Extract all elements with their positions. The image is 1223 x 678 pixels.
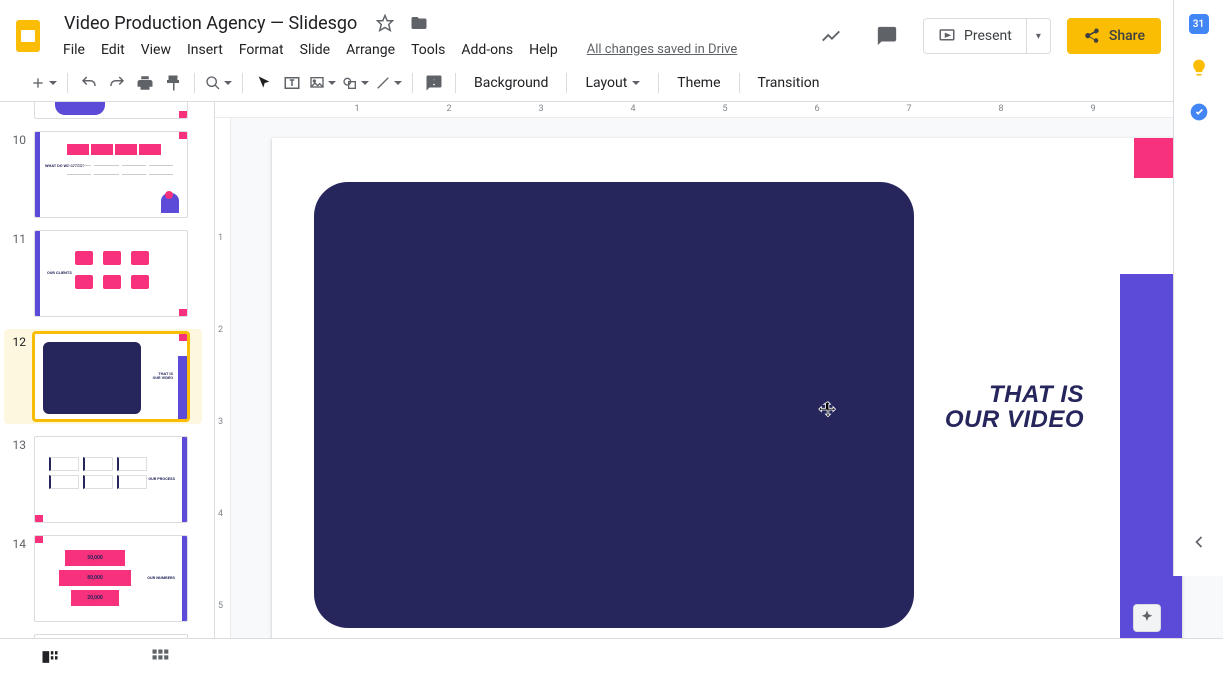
slide-thumb-10[interactable]: WHAT DO WE OFFER? [34, 131, 188, 218]
slide-title[interactable]: THAT IS OUR VIDEO [945, 382, 1084, 432]
redo-button[interactable] [104, 70, 130, 96]
undo-button[interactable] [76, 70, 102, 96]
activity-icon[interactable] [811, 16, 851, 56]
slide-thumb-15[interactable] [34, 634, 188, 638]
theme-button[interactable]: Theme [667, 69, 730, 97]
present-dropdown[interactable]: ▾ [1026, 19, 1050, 53]
image-tool[interactable] [307, 70, 338, 96]
slide-thumb-14[interactable]: OUR NUMBERS 50,000 80,000 20,000 [34, 535, 188, 622]
zoom-button[interactable] [203, 70, 234, 96]
background-button[interactable]: Background [464, 69, 558, 97]
menu-tools[interactable]: Tools [404, 38, 452, 62]
filmstrip-view-icon[interactable] [40, 647, 60, 671]
slides-logo[interactable] [8, 16, 48, 56]
canvas[interactable]: 123456789 12345 THAT IS OUR VIDEO [215, 102, 1223, 638]
slide-thumb-13[interactable]: OUR PROCESS [34, 436, 188, 523]
present-label: Present [964, 28, 1012, 44]
comment-button[interactable] [421, 70, 447, 96]
menu-slide[interactable]: Slide [293, 38, 337, 62]
bottom-bar [0, 638, 1223, 678]
slide-number: 13 [4, 436, 34, 452]
side-panel: 31 [1173, 0, 1223, 576]
grid-view-icon[interactable] [150, 647, 170, 671]
comments-icon[interactable] [867, 16, 907, 56]
layout-button[interactable]: Layout [575, 69, 650, 97]
slide-title-line1: THAT IS [945, 382, 1084, 407]
present-button[interactable]: Present [924, 19, 1026, 53]
menu-arrange[interactable]: Arrange [339, 38, 402, 62]
share-label: Share [1109, 28, 1145, 44]
filmstrip[interactable]: 10 WHAT DO WE OFFER? 11 [0, 102, 215, 638]
move-to-folder-icon[interactable] [407, 11, 431, 35]
slide-number: 12 [4, 333, 34, 349]
menu-help[interactable]: Help [522, 38, 565, 62]
menu-format[interactable]: Format [232, 38, 291, 62]
slide-title-line2: OUR VIDEO [945, 407, 1084, 432]
toolbar: Background Layout Theme Transition [0, 64, 1223, 102]
line-tool[interactable] [373, 70, 404, 96]
slide-thumb-11[interactable]: OUR CLIENTS [34, 230, 188, 317]
horizontal-ruler: 123456789 [215, 102, 1223, 118]
transition-button[interactable]: Transition [748, 69, 830, 97]
document-title[interactable]: Video Production Agency — Slidesgo [58, 11, 363, 36]
textbox-tool[interactable] [279, 70, 305, 96]
slide-thumb-9[interactable] [34, 102, 188, 119]
star-icon[interactable] [373, 11, 397, 35]
calendar-icon[interactable]: 31 [1189, 14, 1209, 34]
print-button[interactable] [132, 70, 158, 96]
menu-file[interactable]: File [56, 38, 92, 62]
menu-view[interactable]: View [134, 38, 178, 62]
show-side-panel-icon[interactable] [1189, 532, 1209, 556]
menu-insert[interactable]: Insert [180, 38, 230, 62]
slide-number: 15 [4, 634, 34, 638]
slide-12[interactable]: THAT IS OUR VIDEO [272, 138, 1182, 638]
vertical-ruler: 12345 [215, 118, 231, 638]
select-tool[interactable] [251, 70, 277, 96]
explore-button[interactable] [1133, 604, 1161, 632]
slide-thumb-12[interactable]: THAT IS OUR VIDEO [34, 333, 188, 420]
shape-tool[interactable] [340, 70, 371, 96]
save-status[interactable]: All changes saved in Drive [587, 42, 738, 57]
menubar: File Edit View Insert Format Slide Arran… [56, 38, 811, 62]
slide-video-placeholder[interactable] [314, 182, 914, 628]
keep-icon[interactable] [1189, 58, 1209, 78]
tasks-icon[interactable] [1189, 102, 1209, 122]
paint-format-button[interactable] [160, 70, 186, 96]
menu-addons[interactable]: Add-ons [454, 38, 520, 62]
menu-edit[interactable]: Edit [94, 38, 132, 62]
share-button[interactable]: Share [1067, 18, 1161, 54]
slide-number: 10 [4, 131, 34, 147]
new-slide-button[interactable] [28, 70, 59, 96]
slide-number: 11 [4, 230, 34, 246]
slide-number: 14 [4, 535, 34, 551]
